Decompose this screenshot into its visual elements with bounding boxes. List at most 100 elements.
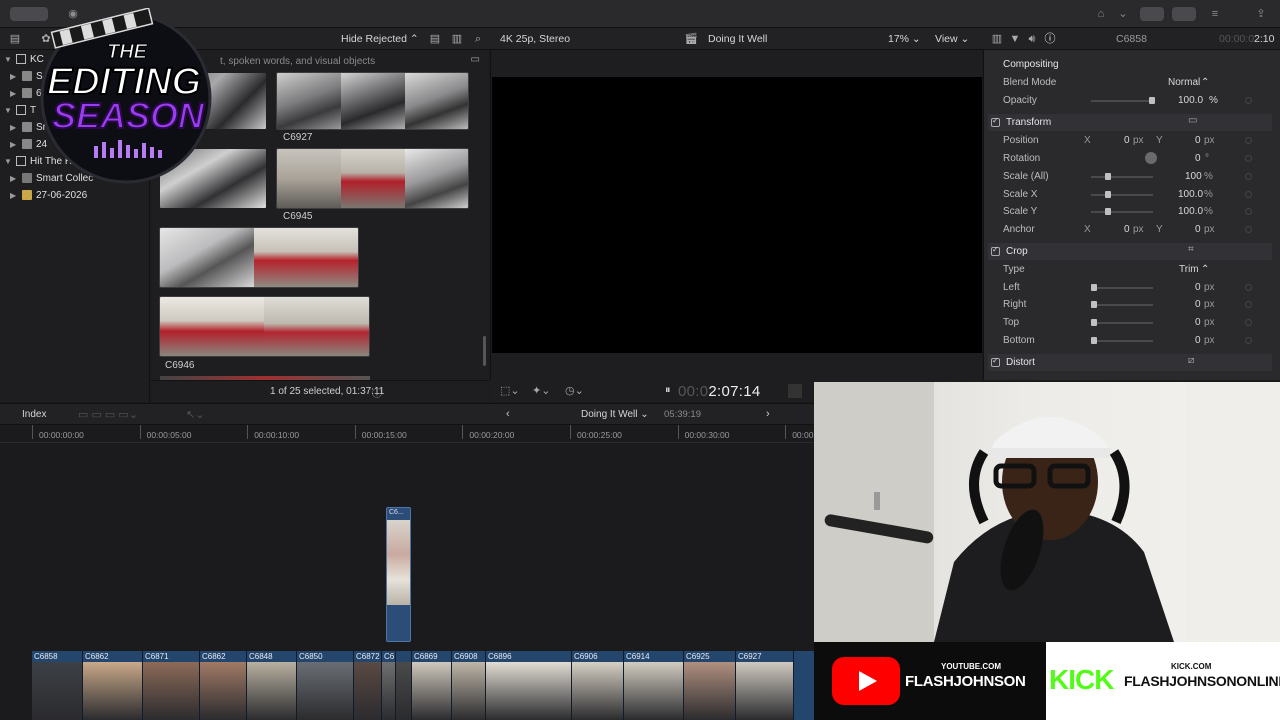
keyword-icon[interactable]: ⌂ (1094, 7, 1108, 21)
opacity-slider[interactable] (1091, 97, 1155, 104)
filter-popup[interactable]: Hide Rejected ⌃ (341, 33, 419, 45)
timeline-toggle-button[interactable] (1172, 7, 1196, 21)
connected-clip[interactable]: C6... (386, 507, 411, 642)
crop-section-header[interactable]: Crop ⌗ (988, 243, 1272, 260)
layout-icon[interactable]: ▥ (990, 32, 1004, 46)
transform-section-header[interactable]: Transform ▭ (988, 114, 1272, 131)
chevron-down-icon[interactable]: ⌄ (1116, 7, 1130, 21)
distort-checkbox[interactable] (991, 356, 1000, 367)
distort-onscreen-icon[interactable]: ⧄ (1188, 355, 1194, 366)
keyframe-button[interactable] (1245, 97, 1252, 104)
transform-checkbox[interactable] (991, 116, 1000, 127)
transform-tool-icon[interactable]: ⬚⌄ (500, 384, 520, 397)
audio-icon[interactable]: 🔊︎ (1025, 32, 1039, 46)
storyline-clip[interactable]: C6869 (412, 651, 452, 720)
crop-top-slider[interactable] (1091, 319, 1153, 326)
info-icon[interactable]: ⓘ (372, 385, 382, 400)
enhance-icon[interactable]: ✦⌄ (532, 384, 550, 397)
keyframe-button[interactable] (1245, 301, 1252, 308)
storyline-clip[interactable]: C6848 (247, 651, 297, 720)
index-button[interactable]: Index (22, 409, 46, 420)
timeline-project-popup[interactable]: Doing It Well ⌄ (581, 409, 649, 420)
crop-right-slider[interactable] (1091, 301, 1153, 308)
filter-icon[interactable]: ▼ (1008, 32, 1022, 46)
forward-button[interactable]: › (766, 408, 770, 420)
clip-filmstrip[interactable] (159, 296, 370, 357)
kick-banner: KICK KICK.COM FLASHJOHNSONONLINE (1046, 642, 1280, 720)
distort-section-header[interactable]: Distort ⧄ (988, 354, 1272, 371)
library-sidebar-icon[interactable]: ▤ (8, 32, 22, 46)
keyframe-button[interactable] (1245, 137, 1252, 144)
storyline-clip[interactable]: C6906 (572, 651, 624, 720)
crop-bottom-slider[interactable] (1091, 337, 1153, 344)
keyframe-button[interactable] (1245, 319, 1252, 326)
view-popup[interactable]: View ⌄ (935, 33, 969, 45)
back-button[interactable]: ‹ (506, 408, 510, 420)
keyframe-button[interactable] (1245, 191, 1252, 198)
scale-all-row[interactable]: Scale (All) 100 % (988, 168, 1272, 185)
scale-all-slider[interactable] (1091, 173, 1153, 180)
clip-filmstrip[interactable] (276, 72, 469, 130)
storyline-clip[interactable]: C6927 (736, 651, 794, 720)
rotation-row[interactable]: Rotation 0 ° (988, 150, 1272, 167)
storyline-clip[interactable]: C6... (382, 651, 396, 720)
crop-checkbox[interactable] (991, 245, 1000, 256)
viewer-canvas[interactable] (492, 77, 982, 353)
keyframe-button[interactable] (1245, 155, 1252, 162)
keyframe-button[interactable] (1245, 208, 1252, 215)
crop-right-row[interactable]: Right 0 px (988, 296, 1272, 313)
clip-filmstrip[interactable] (159, 227, 359, 288)
storyline-clip[interactable]: C6914 (624, 651, 684, 720)
search-icon[interactable]: ⌕ (471, 32, 485, 46)
zoom-popup[interactable]: 17% ⌄ (888, 33, 921, 45)
filmstrip-view-icon[interactable]: ▤ (428, 32, 442, 46)
crop-bottom-row[interactable]: Bottom 0 px (988, 332, 1272, 349)
keyframe-button[interactable] (1245, 284, 1252, 291)
storyline-clip[interactable]: C6862 (83, 651, 143, 720)
browser-scrollbar[interactable] (483, 336, 486, 366)
crop-left-row[interactable]: Left 0 px (988, 279, 1272, 296)
storyline-clip[interactable]: C6862 (200, 651, 247, 720)
list-view-icon[interactable]: ▥ (450, 32, 464, 46)
storyline-clip[interactable]: C6872 (354, 651, 382, 720)
keyframe-button[interactable] (1245, 173, 1252, 180)
rotation-dial[interactable] (1145, 152, 1157, 164)
crop-onscreen-icon[interactable]: ⌗ (1188, 244, 1194, 255)
scale-x-slider[interactable] (1091, 191, 1153, 198)
filmstrip-toggle-icon[interactable]: ▭ (471, 54, 480, 65)
storyline-clip[interactable] (396, 651, 412, 720)
info-icon[interactable]: ⓘ (1043, 32, 1057, 46)
storyline-clip[interactable]: C6871 (143, 651, 200, 720)
inspector-toggle-icon[interactable]: ≡ (1208, 7, 1222, 21)
storyline-clip-name: C6858 (34, 652, 58, 661)
crop-left-slider[interactable] (1091, 284, 1153, 291)
storyline-clip[interactable]: C6908 (452, 651, 486, 720)
keyframe-button[interactable] (1245, 337, 1252, 344)
edit-append-icon[interactable]: ▭ ▭ ▭ ▭⌄ (78, 408, 138, 421)
storyline-clip[interactable]: C6850 (297, 651, 354, 720)
keyframe-button[interactable] (1245, 226, 1252, 233)
crop-type-row[interactable]: Type Trim ⌃ (988, 261, 1272, 278)
play-pause-button[interactable]: ⏸ (665, 384, 671, 397)
opacity-row[interactable]: Opacity 100.0 % (988, 92, 1272, 109)
event-item[interactable]: ▶ 27-06-2026 (10, 187, 87, 203)
storyline-clip[interactable]: C6858 (32, 651, 83, 720)
timeline-ruler[interactable]: 00:00:00:00 00:00:05:00 00:00:10:00 00:00:1… (0, 425, 814, 443)
transform-onscreen-icon[interactable]: ▭ (1188, 115, 1197, 126)
position-row[interactable]: Position X 0 px Y 0 px (988, 132, 1272, 149)
fullscreen-button[interactable] (788, 384, 802, 398)
browser-toggle-button[interactable] (1140, 7, 1164, 21)
anchor-row[interactable]: Anchor X 0 px Y 0 px (988, 221, 1272, 238)
scale-y-slider[interactable] (1091, 208, 1153, 215)
storyline-clip[interactable]: C6925 (684, 651, 736, 720)
scale-y-row[interactable]: Scale Y 100.0 % (988, 203, 1272, 220)
retime-icon[interactable]: ◷⌄ (565, 384, 584, 397)
clip-filmstrip[interactable] (276, 148, 469, 209)
scale-x-row[interactable]: Scale X 100.0 % (988, 186, 1272, 203)
crop-top-row[interactable]: Top 0 px (988, 314, 1272, 331)
blend-mode-row[interactable]: Blend Mode Normal ⌃ (988, 74, 1272, 91)
select-tool-icon[interactable]: ↖⌄ (186, 408, 204, 421)
primary-storyline[interactable]: C6858 C6862 C6871 C6862 C6848 C6850 C6872 C6...… (32, 651, 814, 720)
share-icon[interactable]: ⇪ (1254, 7, 1268, 21)
storyline-clip[interactable]: C6896 (486, 651, 572, 720)
